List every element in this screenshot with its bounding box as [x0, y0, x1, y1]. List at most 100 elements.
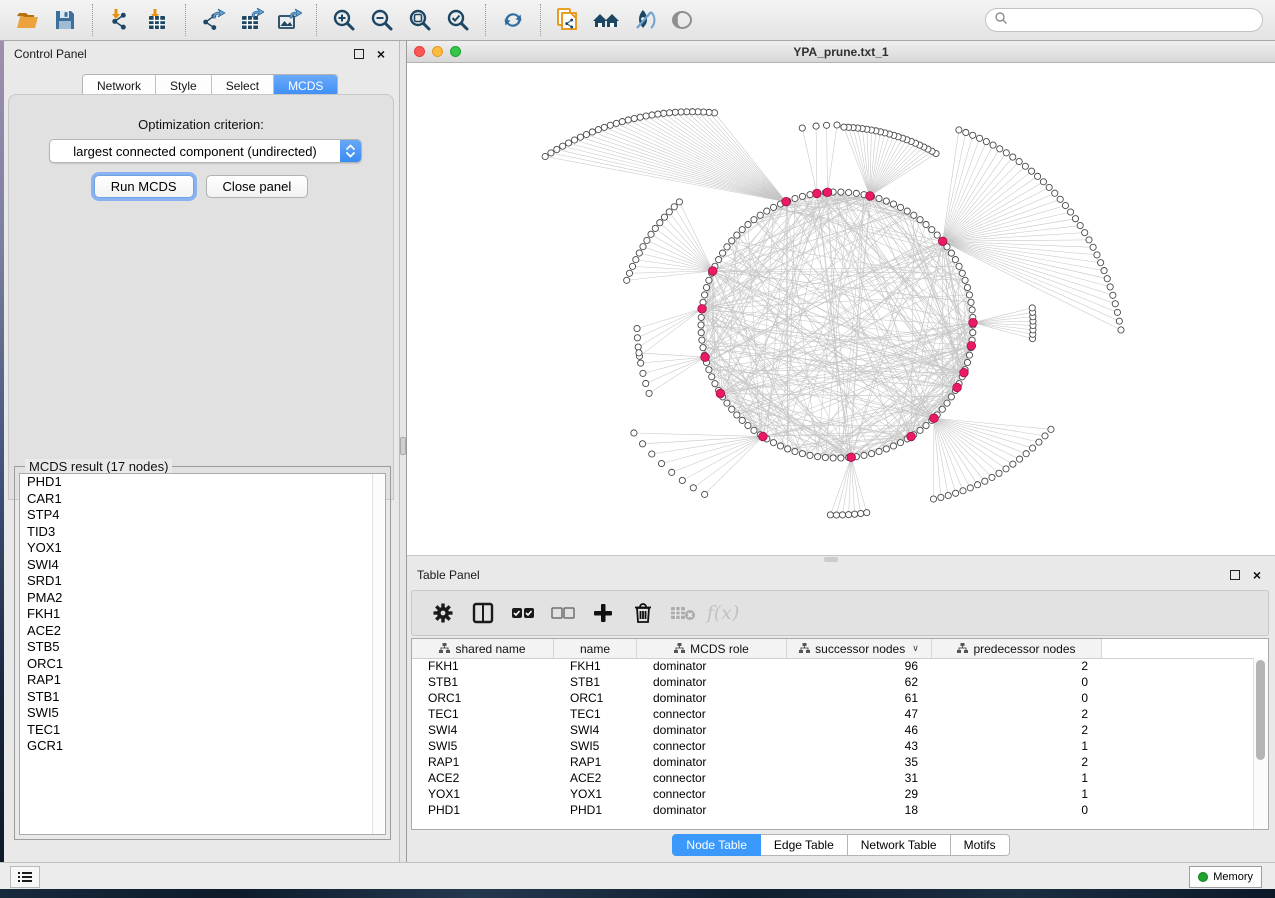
mcds-result-item[interactable]: TID3 [20, 524, 385, 541]
network-leaf-node[interactable] [649, 112, 655, 118]
table-row[interactable]: STB1STB1dominator620 [412, 674, 1254, 690]
network-node[interactable] [703, 284, 709, 290]
cell[interactable]: RAP1 [554, 755, 637, 769]
network-leaf-node[interactable] [1048, 426, 1054, 432]
network-leaf-node[interactable] [1052, 190, 1058, 196]
network-leaf-node[interactable] [834, 122, 840, 128]
network-leaf-node[interactable] [1114, 309, 1120, 315]
network-leaf-node[interactable] [996, 470, 1002, 476]
cell[interactable]: 2 [932, 723, 1102, 737]
cell[interactable]: 31 [787, 771, 932, 785]
mcds-result-item[interactable]: STB5 [20, 639, 385, 656]
cell[interactable]: dominator [637, 803, 787, 817]
network-node[interactable] [917, 217, 923, 223]
mcds-result-item[interactable]: FKH1 [20, 606, 385, 623]
network-leaf-node[interactable] [1030, 445, 1036, 451]
network-node[interactable] [846, 189, 852, 195]
network-leaf-node[interactable] [960, 488, 966, 494]
close-icon[interactable]: × [373, 46, 389, 62]
network-leaf-node[interactable] [661, 214, 667, 220]
network-node[interactable] [934, 232, 940, 238]
network-leaf-node[interactable] [702, 491, 708, 497]
network-node[interactable] [715, 256, 721, 262]
network-leaf-node[interactable] [624, 277, 630, 283]
network-leaf-node[interactable] [548, 150, 554, 156]
network-node[interactable] [838, 455, 844, 461]
network-node[interactable] [822, 454, 828, 460]
cell[interactable]: SWI5 [554, 739, 637, 753]
network-node[interactable] [777, 443, 783, 449]
network-node[interactable] [700, 345, 706, 351]
tab-network-table[interactable]: Network Table [848, 834, 951, 856]
network-leaf-node[interactable] [1090, 244, 1096, 250]
cell[interactable]: 96 [787, 659, 932, 673]
network-ring-nodes[interactable] [542, 109, 1124, 518]
open-session-icon[interactable] [11, 3, 43, 37]
network-node[interactable] [698, 314, 704, 320]
network-leaf-node[interactable] [1062, 202, 1068, 208]
float-icon[interactable] [351, 46, 367, 62]
network-mcds-node[interactable] [759, 432, 768, 441]
network-leaf-node[interactable] [997, 146, 1003, 152]
network-leaf-node[interactable] [640, 244, 646, 250]
network-node[interactable] [734, 232, 740, 238]
column-header-name[interactable]: name [554, 639, 637, 658]
zoom-selected-icon[interactable] [442, 3, 474, 37]
cell[interactable]: ORC1 [412, 691, 554, 705]
network-leaf-node[interactable] [1016, 456, 1022, 462]
network-node[interactable] [745, 221, 751, 227]
network-leaf-node[interactable] [577, 134, 583, 140]
network-node[interactable] [698, 322, 704, 328]
network-leaf-node[interactable] [646, 390, 652, 396]
network-leaf-node[interactable] [1112, 301, 1118, 307]
eye-icon[interactable] [666, 3, 698, 37]
network-leaf-node[interactable] [613, 120, 619, 126]
network-node[interactable] [739, 227, 745, 233]
network-node[interactable] [830, 455, 836, 461]
network-leaf-node[interactable] [640, 370, 646, 376]
network-node[interactable] [734, 412, 740, 418]
network-leaf-node[interactable] [833, 512, 839, 518]
network-node[interactable] [868, 451, 874, 457]
settings-gear-icon[interactable] [426, 596, 460, 630]
network-node[interactable] [917, 427, 923, 433]
cell[interactable]: 2 [932, 659, 1102, 673]
network-node[interactable] [962, 277, 968, 283]
table-row[interactable]: SWI4SWI4dominator462 [412, 722, 1254, 738]
network-leaf-node[interactable] [1110, 292, 1116, 298]
cell[interactable]: 43 [787, 739, 932, 753]
network-node[interactable] [853, 190, 859, 196]
cell[interactable]: 1 [932, 739, 1102, 753]
network-node[interactable] [706, 277, 712, 283]
cell[interactable]: dominator [637, 659, 787, 673]
network-node[interactable] [944, 400, 950, 406]
network-leaf-node[interactable] [676, 199, 682, 205]
cell[interactable]: ACE2 [412, 771, 554, 785]
refresh-icon[interactable] [497, 3, 529, 37]
network-node[interactable] [792, 195, 798, 201]
search-input[interactable] [1008, 12, 1262, 28]
scrollbar-thumb[interactable] [1256, 660, 1265, 760]
close-panel-button[interactable]: Close panel [206, 175, 309, 198]
tab-network[interactable]: Network [83, 75, 156, 96]
network-leaf-node[interactable] [595, 126, 601, 132]
add-column-icon[interactable] [586, 596, 620, 630]
export-table-icon[interactable] [235, 3, 267, 37]
network-mcds-node[interactable] [698, 304, 707, 313]
zoom-fit-icon[interactable] [404, 3, 436, 37]
network-node[interactable] [739, 417, 745, 423]
close-icon[interactable]: × [1249, 567, 1265, 583]
network-leaf-node[interactable] [989, 474, 995, 480]
cell[interactable]: connector [637, 787, 787, 801]
tab-mcds[interactable]: MCDS [274, 75, 337, 96]
network-leaf-node[interactable] [638, 360, 644, 366]
cell[interactable]: ORC1 [554, 691, 637, 705]
network-node[interactable] [764, 208, 770, 214]
deselect-all-icon[interactable] [546, 596, 580, 630]
network-mcds-node[interactable] [967, 342, 976, 351]
network-node[interactable] [745, 422, 751, 428]
network-node[interactable] [770, 204, 776, 210]
network-leaf-node[interactable] [658, 460, 664, 466]
table-row[interactable]: FKH1FKH1dominator962 [412, 658, 1254, 674]
table-row[interactable]: TEC1TEC1connector472 [412, 706, 1254, 722]
